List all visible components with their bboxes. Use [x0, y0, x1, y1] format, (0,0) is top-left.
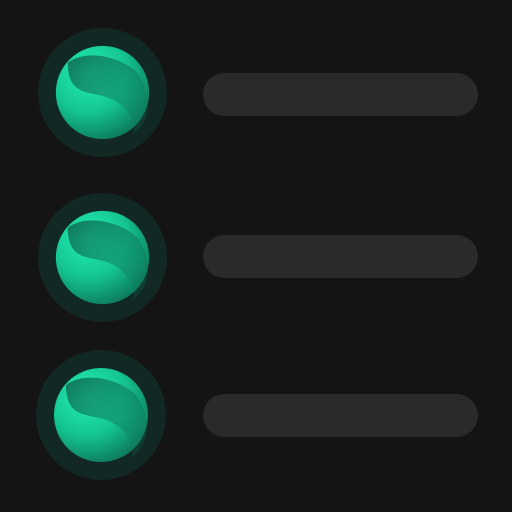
- gradient-sphere-icon: [55, 45, 150, 140]
- list-item[interactable]: [0, 193, 512, 323]
- text-placeholder-bar: [203, 73, 478, 116]
- gradient-sphere-icon: [55, 210, 150, 305]
- list-placeholder: [0, 0, 512, 512]
- text-placeholder-bar: [203, 394, 478, 437]
- text-placeholder-bar: [203, 235, 478, 278]
- avatar: [38, 28, 167, 157]
- list-item[interactable]: [0, 350, 512, 480]
- avatar: [38, 193, 167, 322]
- list-item[interactable]: [0, 28, 512, 158]
- gradient-sphere-icon: [54, 368, 148, 462]
- avatar: [36, 350, 166, 480]
